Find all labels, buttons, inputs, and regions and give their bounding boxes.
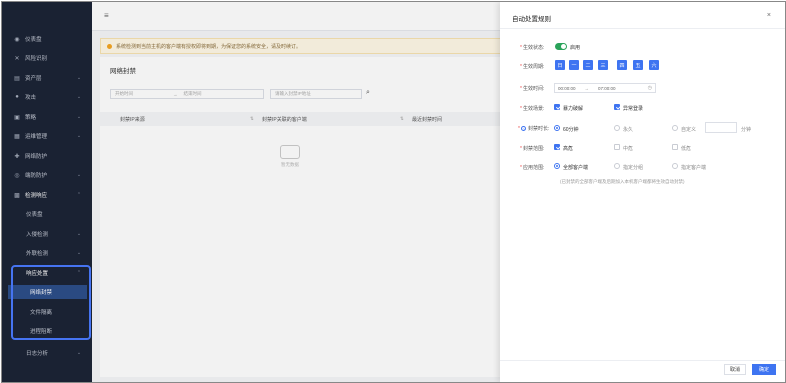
duration-option-label: 自定义 bbox=[681, 127, 697, 133]
day-button-wed[interactable]: 三 bbox=[598, 60, 608, 70]
day-button-tue[interactable]: 二 bbox=[583, 60, 593, 70]
apply-label: *应用范围: bbox=[520, 165, 545, 171]
confirm-button[interactable]: 确定 bbox=[752, 364, 776, 375]
range-arrow-icon: → bbox=[584, 85, 590, 91]
time-end: 07:00:00 bbox=[598, 85, 616, 91]
scene-label: *生效场景: bbox=[520, 106, 545, 112]
apply-option-label: 指定分组 bbox=[623, 165, 644, 171]
apply-option-label: 全部客户端 bbox=[563, 165, 589, 171]
drawer-mask[interactable] bbox=[2, 2, 500, 382]
status-toggle[interactable] bbox=[555, 43, 567, 50]
divider bbox=[500, 28, 785, 29]
day-button-fri[interactable]: 五 bbox=[633, 60, 643, 70]
duration-custom-radio[interactable] bbox=[672, 125, 678, 131]
apply-all-radio[interactable] bbox=[554, 163, 560, 169]
day-button-mon[interactable]: 一 bbox=[569, 60, 579, 70]
scene-bruteforce-checkbox[interactable] bbox=[554, 104, 560, 110]
duration-unit: 分钟 bbox=[741, 127, 752, 133]
scene-abnormal-login-checkbox[interactable] bbox=[614, 104, 620, 110]
cancel-button[interactable]: 取消 bbox=[724, 364, 746, 375]
apply-client-radio[interactable] bbox=[672, 163, 678, 169]
auto-response-drawer: 自动处置规则 × *生效状态: 启用 *生效周期: 日 一 二 三 四 五 六 … bbox=[500, 2, 785, 382]
apply-option-label: 指定客户端 bbox=[681, 165, 707, 171]
scene-option-label: 异常登录 bbox=[623, 106, 644, 112]
status-text: 启用 bbox=[570, 45, 581, 51]
divider bbox=[500, 360, 785, 361]
app-window: ◉ 仪表盘 ✕ 风险识别 ▤ 资产层 ⌄ ● 攻击 ⌄ ▣ 策略 ⌄ ▦ 运维管… bbox=[1, 1, 786, 383]
range-medium-checkbox[interactable] bbox=[614, 144, 620, 150]
custom-duration-input[interactable] bbox=[705, 122, 737, 133]
duration-permanent-radio[interactable] bbox=[614, 125, 620, 131]
info-icon: ? bbox=[520, 126, 526, 133]
drawer-title: 自动处置规则 bbox=[512, 16, 551, 23]
duration-option-label: 60分钟 bbox=[563, 127, 579, 133]
duration-option-label: 永久 bbox=[623, 127, 634, 133]
day-button-sat[interactable]: 六 bbox=[649, 60, 659, 70]
period-label: *生效周期: bbox=[520, 64, 545, 70]
apply-hint: (已封禁的全部客户端及后期加入本机客户端都将生效自动封禁) bbox=[560, 179, 685, 184]
day-button-sun[interactable]: 日 bbox=[555, 60, 565, 70]
day-button-thu[interactable]: 四 bbox=[617, 60, 627, 70]
close-icon[interactable]: × bbox=[767, 12, 771, 19]
scene-option-label: 暴力破解 bbox=[563, 106, 584, 112]
range-option-label: 中危 bbox=[623, 146, 634, 152]
clock-icon: ◷ bbox=[647, 85, 652, 91]
range-high-checkbox[interactable] bbox=[554, 144, 560, 150]
time-label: *生效时间: bbox=[520, 86, 545, 92]
status-label: *生效状态: bbox=[520, 45, 545, 51]
apply-group-radio[interactable] bbox=[614, 163, 620, 169]
range-option-label: 高危 bbox=[563, 146, 574, 152]
range-low-checkbox[interactable] bbox=[672, 144, 678, 150]
duration-60min-radio[interactable] bbox=[554, 125, 560, 131]
range-label: *封禁范围: bbox=[520, 146, 545, 152]
time-range-picker[interactable]: 00:00:00 → 07:00:00 ◷ bbox=[554, 83, 656, 93]
range-option-label: 低危 bbox=[681, 146, 692, 152]
time-start: 00:00:00 bbox=[558, 85, 576, 91]
duration-label: *? 封禁时长: bbox=[518, 126, 550, 133]
